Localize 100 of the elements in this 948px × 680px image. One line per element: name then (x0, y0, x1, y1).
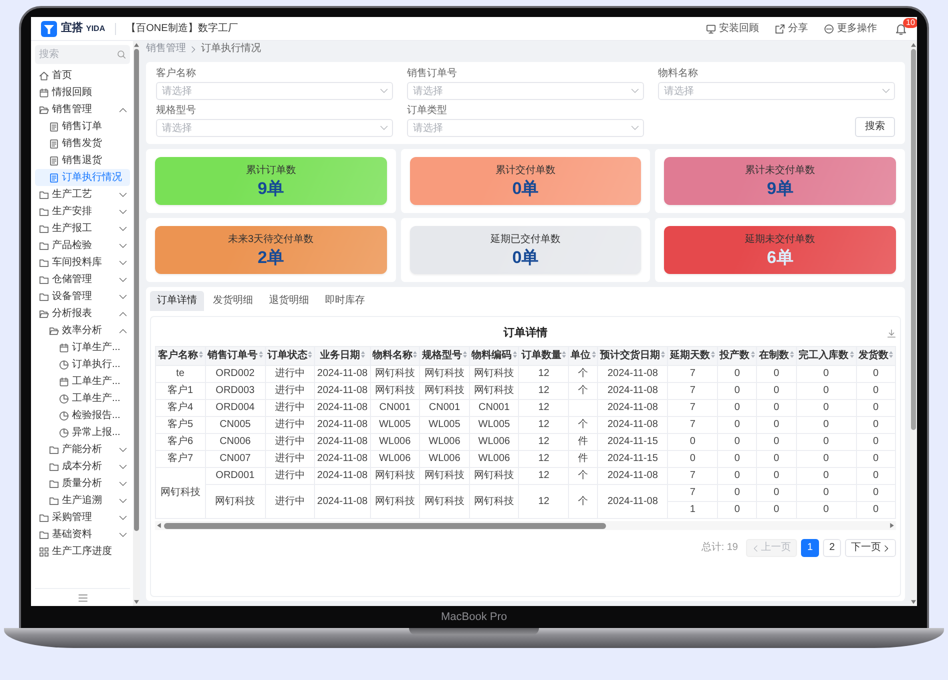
sidebar-item[interactable]: 车间投料库 (35, 254, 130, 271)
sort-icon[interactable] (711, 351, 716, 358)
tab[interactable]: 订单详情 (150, 291, 204, 311)
caret-right-icon[interactable] (890, 523, 894, 528)
caret-up-icon[interactable] (134, 43, 139, 47)
sidebar-item[interactable]: 产能分析 (35, 441, 130, 458)
sort-icon[interactable] (661, 351, 666, 358)
sidebar-item[interactable]: 成本分析 (35, 458, 130, 475)
column-header[interactable]: 投产数 (718, 346, 757, 366)
sidebar-item[interactable]: 销售订单 (35, 118, 130, 135)
sidebar-item[interactable]: 工单生产... (35, 373, 130, 390)
column-header[interactable]: 延期天数 (668, 346, 718, 366)
sidebar-item[interactable]: 基础资料 (35, 526, 130, 543)
column-header[interactable]: 物料编码 (469, 346, 519, 366)
column-header[interactable]: 客户名称 (156, 346, 206, 366)
scrollbar-thumb[interactable] (164, 522, 606, 529)
sidebar-item[interactable]: 情报回顾 (35, 84, 130, 101)
sort-icon[interactable] (462, 351, 467, 358)
sidebar-item[interactable]: 生产安排 (35, 203, 130, 220)
column-header[interactable]: 业务日期 (314, 346, 370, 366)
sidebar-item[interactable]: 销售退货 (35, 152, 130, 169)
sidebar-item[interactable]: 生产工序进度 (35, 543, 130, 560)
sidebar-item[interactable]: 分析报表 (35, 305, 130, 322)
sort-icon[interactable] (413, 351, 418, 358)
column-header[interactable]: 单位 (568, 346, 598, 366)
table-cell: 7 (668, 382, 718, 400)
table-cell: WL005 (420, 416, 470, 434)
select-field[interactable]: 请选择 (658, 82, 895, 100)
page-button[interactable]: 1 (801, 539, 819, 558)
sidebar-item[interactable]: 销售发货 (35, 135, 130, 152)
column-header[interactable]: 规格型号 (420, 346, 470, 366)
column-header[interactable]: 完工入库数 (796, 346, 856, 366)
table-cell: 进行中 (265, 400, 315, 417)
search-field[interactable]: 搜索 (35, 45, 130, 64)
sidebar-item[interactable]: 订单执行情况 (35, 169, 130, 186)
page-button[interactable]: 2 (823, 539, 841, 558)
sidebar-item[interactable]: 生产报工 (35, 220, 130, 237)
select-field[interactable]: 请选择 (156, 82, 393, 100)
sort-icon[interactable] (308, 351, 312, 358)
document-icon (49, 122, 59, 132)
sort-icon[interactable] (198, 351, 203, 358)
install-button[interactable]: 安装回顾 (706, 24, 759, 34)
sidebar-item[interactable]: 检验报告... (35, 407, 130, 424)
table-cell: 12 (518, 450, 569, 468)
stat-value: 9单 (258, 180, 284, 196)
column-header[interactable]: 预计交货日期 (598, 346, 668, 366)
sort-icon[interactable] (562, 351, 566, 358)
sidebar-item[interactable]: 异常上报... (35, 424, 130, 441)
sidebar-item[interactable]: 生产工艺 (35, 186, 130, 203)
column-header[interactable]: 销售订单号 (205, 346, 266, 366)
sidebar-item[interactable]: 销售管理 (35, 101, 130, 118)
sort-icon[interactable] (360, 351, 365, 358)
column-header[interactable]: 订单状态 (265, 346, 315, 366)
sidebar-item[interactable]: 首页 (35, 67, 130, 84)
field-label: 销售订单号 (407, 68, 458, 80)
caret-down-icon[interactable] (911, 600, 916, 604)
select-field[interactable]: 请选择 (156, 119, 393, 137)
caret-up-icon[interactable] (911, 43, 916, 47)
next-page-button[interactable]: 下一页 (845, 539, 896, 558)
sidebar-item[interactable]: 设备管理 (35, 288, 130, 305)
table-cell: 2024-11-15 (598, 434, 668, 451)
stat-label: 累计订单数 (246, 166, 296, 176)
menu-icon[interactable] (78, 592, 88, 602)
caret-left-icon[interactable] (157, 523, 161, 528)
sidebar-item[interactable]: 订单生产... (35, 339, 130, 356)
more-button[interactable]: 更多操作 (824, 24, 877, 34)
table-cell: 个 (568, 468, 598, 485)
column-header[interactable]: 发货数 (856, 346, 896, 366)
sidebar-item[interactable]: 工单生产... (35, 390, 130, 407)
scrollbar-thumb[interactable] (911, 49, 916, 430)
sidebar-item[interactable]: 生产追溯 (35, 492, 130, 509)
select-field[interactable]: 请选择 (407, 82, 644, 100)
sort-icon[interactable] (790, 351, 794, 358)
sidebar-item[interactable]: 效率分析 (35, 322, 130, 339)
vertical-scrollbar[interactable] (910, 41, 917, 606)
tab[interactable]: 发货明细 (206, 291, 260, 311)
column-header[interactable]: 物料名称 (370, 346, 420, 366)
download-icon[interactable] (887, 329, 896, 338)
column-header[interactable]: 在制数 (756, 346, 796, 366)
horizontal-scrollbar[interactable] (155, 521, 896, 530)
column-header[interactable]: 订单数量 (518, 346, 569, 366)
sort-icon[interactable] (889, 351, 894, 358)
sidebar-item[interactable]: 采购管理 (35, 509, 130, 526)
share-button[interactable]: 分享 (775, 24, 808, 34)
search-button[interactable]: 搜索 (855, 117, 895, 137)
scrollbar-thumb[interactable] (134, 49, 139, 532)
tab[interactable]: 退货明细 (262, 291, 316, 311)
sort-icon[interactable] (850, 351, 854, 358)
select-field[interactable]: 请选择 (407, 119, 644, 137)
sidebar-item[interactable]: 仓储管理 (35, 271, 130, 288)
bell-icon[interactable] (895, 22, 907, 34)
document-icon (49, 156, 59, 166)
vertical-scrollbar[interactable] (133, 41, 140, 606)
tab[interactable]: 即时库存 (318, 291, 372, 311)
sidebar-item[interactable]: 质量分析 (35, 475, 130, 492)
sidebar-item[interactable]: 订单执行... (35, 356, 130, 373)
sort-icon[interactable] (258, 351, 263, 358)
caret-down-icon[interactable] (134, 600, 139, 604)
sidebar-item[interactable]: 产品检验 (35, 237, 130, 254)
table-cell: 个 (568, 484, 598, 519)
